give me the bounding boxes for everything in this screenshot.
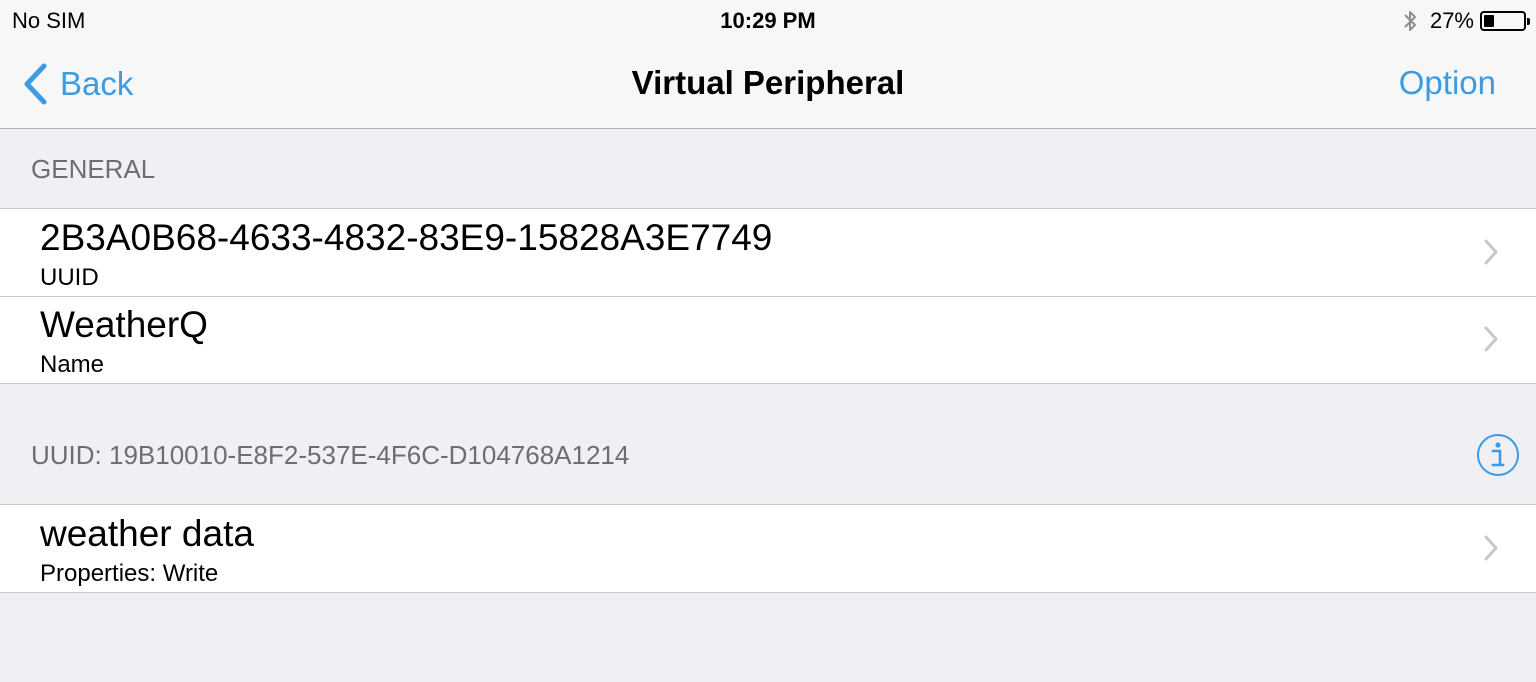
table-row-name[interactable]: WeatherQ Name: [0, 296, 1536, 383]
status-bar: No SIM 10:29 PM 27%: [0, 0, 1536, 40]
chevron-right-icon: [1484, 535, 1498, 561]
option-button[interactable]: Option: [1399, 64, 1496, 102]
characteristics-table: weather data Properties: Write: [0, 504, 1536, 593]
table-row-characteristic[interactable]: weather data Properties: Write: [0, 505, 1536, 592]
battery-fill: [1484, 15, 1494, 27]
bluetooth-icon: [1404, 11, 1416, 31]
chevron-right-icon: [1484, 239, 1498, 265]
screen: No SIM 10:29 PM 27% Back Virtual Periphe…: [0, 0, 1536, 682]
battery-percent: 27%: [1429, 8, 1474, 33]
page-title: Virtual Peripheral: [631, 64, 905, 101]
clock: 10:29 PM: [720, 8, 816, 33]
row-title: weather data: [40, 513, 254, 554]
section-header-general-label: GENERAL: [31, 154, 156, 184]
row-subtitle: Properties: Write: [40, 560, 219, 587]
service-uuid-label: UUID: 19B10010-E8F2-537E-4F6C-D104768A12…: [31, 440, 630, 470]
status-indicators: 27%: [1402, 8, 1530, 34]
navigation-bar: Back Virtual Peripheral Option: [0, 40, 1536, 129]
battery-icon: [1480, 11, 1530, 31]
general-table: 2B3A0B68-4633-4832-83E9-15828A3E7749 UUI…: [0, 208, 1536, 384]
row-title: WeatherQ: [40, 304, 208, 345]
chevron-right-icon: [1484, 326, 1498, 352]
section-header-general: GENERAL: [0, 129, 1536, 208]
row-subtitle: UUID: [40, 264, 99, 291]
info-icon[interactable]: [1476, 433, 1520, 477]
battery-tip: [1527, 18, 1530, 25]
row-subtitle: Name: [40, 351, 105, 378]
row-title: 2B3A0B68-4633-4832-83E9-15828A3E7749: [40, 217, 773, 258]
section-header-service: UUID: 19B10010-E8F2-537E-4F6C-D104768A12…: [0, 384, 1536, 504]
table-row-uuid[interactable]: 2B3A0B68-4633-4832-83E9-15828A3E7749 UUI…: [0, 209, 1536, 296]
